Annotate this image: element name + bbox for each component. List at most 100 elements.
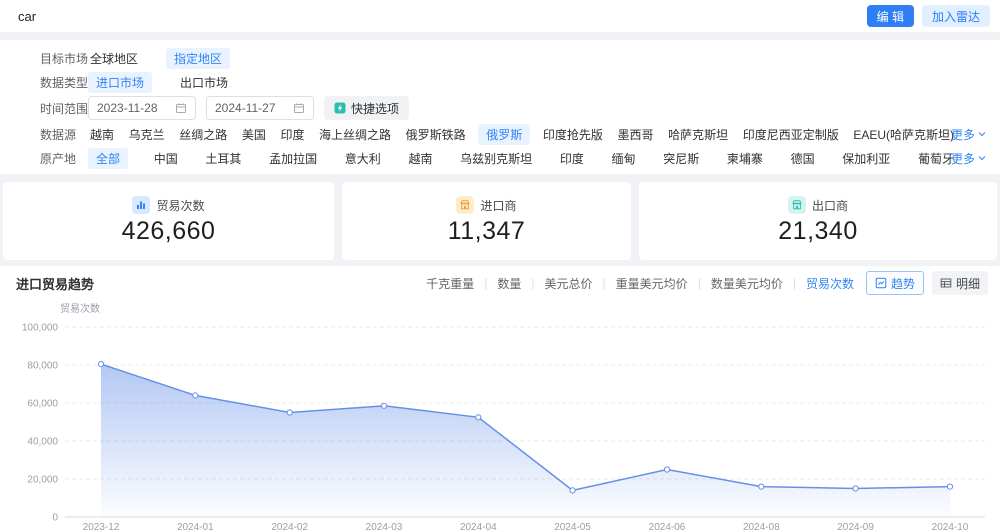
filter-panel: 目标市场 全球地区 指定地区 数据类型 进口市场 出口市场 时间范围 2023-11…	[0, 40, 1000, 174]
stats-row: 贸易次数 426,660 进口商 11,347 出口商 21,340	[3, 182, 997, 260]
svg-text:60,000: 60,000	[27, 399, 58, 410]
end-date-input[interactable]: 2024-11-27	[206, 96, 314, 120]
stat-value: 11,347	[447, 217, 526, 245]
filter-label: 原产地	[40, 151, 77, 166]
filter-option[interactable]: 丝绸之路	[177, 124, 229, 145]
svg-text:80,000: 80,000	[27, 361, 58, 372]
svg-text:2024-01: 2024-01	[177, 522, 214, 532]
data-source-options: 越南 乌克兰 丝绸之路 美国 印度 海上丝绸之路 俄罗斯铁路 俄罗斯 印度抢先版 墨西哥 哈萨克斯坦…	[88, 123, 986, 145]
filter-label: 目标市场	[40, 51, 89, 66]
filter-option[interactable]: 中国	[152, 148, 180, 169]
svg-text:2024-05: 2024-05	[554, 522, 591, 532]
metric-option[interactable]: 重量美元均价	[616, 275, 688, 292]
filter-option[interactable]: 孟加拉国	[267, 148, 319, 169]
filter-option[interactable]: 俄罗斯铁路	[404, 124, 468, 145]
top-bar-actions: 编 辑 加入雷达	[866, 5, 990, 27]
edit-button[interactable]: 编 辑	[866, 5, 914, 27]
filter-option[interactable]: 印度	[558, 148, 586, 169]
end-date-value: 2024-11-27	[215, 101, 276, 115]
importer-store-icon	[456, 196, 475, 214]
stat-label: 贸易次数	[156, 198, 205, 213]
metric-option[interactable]: 数量美元均价	[711, 275, 783, 292]
trend-panel: 进口贸易趋势 千克重量 | 数量 | 美元总价 | 重量美元均价 | 数量美元均价 | 贸易次数 趋…	[0, 266, 1000, 532]
filter-row-data-source: 数据源 越南 乌克兰 丝绸之路 美国 印度 海上丝绸之路 俄罗斯铁路 俄罗斯 印度抢先版 墨西哥哈…	[0, 122, 1000, 146]
svg-text:0: 0	[52, 513, 58, 524]
trend-tab-button[interactable]: 趋势	[865, 271, 924, 295]
stat-card-trade-count: 贸易次数 426,660	[3, 182, 334, 260]
trend-line-chart[interactable]: 贸易次数 0 20,000 40,000 60,000 80,000 100,000 2023…	[0, 300, 1000, 532]
quick-options-button[interactable]: 快捷选项	[324, 96, 410, 120]
filter-label: 数据源	[40, 127, 77, 142]
filter-option[interactable]: 越南	[88, 124, 116, 145]
separator: |	[484, 276, 488, 290]
more-link[interactable]: 更多	[951, 150, 986, 167]
filter-option[interactable]: 突尼斯	[661, 148, 701, 169]
filter-option[interactable]: 乌克兰	[127, 124, 167, 145]
filter-option[interactable]: 印度尼西亚定制版	[741, 124, 841, 145]
stat-card-importers: 进口商 11,347	[342, 182, 631, 260]
page-title: car	[18, 8, 37, 24]
filter-option[interactable]: 进口市场	[88, 71, 153, 93]
filter-option[interactable]: 指定地区	[166, 47, 231, 69]
filter-label: 时间范围	[40, 101, 89, 116]
filter-option[interactable]: 葡萄牙	[916, 148, 956, 169]
more-link[interactable]: 更多	[951, 126, 986, 143]
separator: |	[602, 276, 606, 290]
svg-text:100,000: 100,000	[22, 323, 59, 334]
start-date-value: 2023-11-28	[97, 101, 158, 115]
svg-text:2024-03: 2024-03	[366, 522, 403, 532]
add-radar-button[interactable]: 加入雷达	[921, 5, 990, 27]
filter-option[interactable]: 土耳其	[203, 148, 243, 169]
filter-option[interactable]: 保加利亚	[840, 148, 892, 169]
separator: |	[531, 276, 535, 290]
svg-text:2024-06: 2024-06	[649, 522, 686, 532]
filter-option[interactable]: 俄罗斯	[478, 123, 531, 145]
filter-option[interactable]: 德国	[789, 148, 817, 169]
svg-text:贸易次数: 贸易次数	[60, 302, 100, 315]
trend-panel-header: 进口贸易趋势 千克重量 | 数量 | 美元总价 | 重量美元均价 | 数量美元均价 | 贸易次数 趋…	[0, 266, 1000, 300]
filter-option[interactable]: EAEU(哈萨克斯坦)	[851, 124, 956, 145]
more-label: 更多	[950, 151, 975, 166]
filter-option[interactable]: 哈萨克斯坦	[666, 124, 730, 145]
target-market-options: 全球地区 指定地区	[88, 47, 231, 69]
stat-card-exporters: 出口商 21,340	[639, 182, 997, 260]
filter-option[interactable]: 乌兹别克斯坦	[458, 148, 534, 169]
filter-option[interactable]: 越南	[406, 148, 434, 169]
svg-text:2024-08: 2024-08	[743, 522, 780, 532]
filter-row-data-type: 数据类型 进口市场 出口市场	[0, 70, 1000, 94]
filter-option[interactable]: 美国	[240, 124, 268, 145]
metric-option[interactable]: 千克重量	[426, 275, 474, 292]
exporter-store-icon	[787, 196, 806, 214]
detail-tab-button[interactable]: 明细	[931, 271, 988, 295]
metric-option[interactable]: 美元总价	[545, 275, 593, 292]
quick-options-label: 快捷选项	[351, 101, 400, 116]
top-bar: car 编 辑 加入雷达	[0, 0, 1000, 32]
filter-option[interactable]: 全球地区	[88, 48, 140, 69]
separator: |	[792, 276, 796, 290]
filter-option[interactable]: 墨西哥	[615, 124, 655, 145]
trend-tab-label: 趋势	[890, 276, 915, 291]
trend-chart-icon	[875, 277, 887, 289]
filter-option[interactable]: 全部	[88, 147, 129, 169]
start-date-input[interactable]: 2023-11-28	[88, 96, 196, 120]
data-type-options: 进口市场 出口市场	[88, 71, 230, 93]
filter-option[interactable]: 出口市场	[178, 72, 230, 93]
detail-tab-label: 明细	[955, 276, 980, 291]
chart-title: 进口贸易趋势	[16, 276, 95, 292]
svg-text:2023-12: 2023-12	[83, 522, 120, 532]
filter-option[interactable]: 印度抢先版	[541, 124, 605, 145]
svg-text:20,000: 20,000	[27, 475, 58, 486]
filter-option[interactable]: 意大利	[343, 148, 383, 169]
metric-option[interactable]: 数量	[497, 275, 521, 292]
svg-text:40,000: 40,000	[27, 437, 58, 448]
filter-option[interactable]: 印度	[278, 124, 306, 145]
filter-option[interactable]: 柬埔寨	[725, 148, 765, 169]
filter-option[interactable]: 缅甸	[610, 148, 638, 169]
metric-option[interactable]: 贸易次数	[806, 275, 854, 292]
stat-label: 进口商	[480, 198, 517, 213]
origin-options: 全部 中国 土耳其 孟加拉国 意大利 越南 乌兹别克斯坦 印度 缅甸 突尼斯 柬埔寨 德国 保加利亚 葡萄…	[88, 147, 986, 169]
filter-option[interactable]: 海上丝绸之路	[317, 124, 393, 145]
stat-value: 426,660	[121, 217, 216, 245]
chevron-down-icon	[978, 132, 986, 137]
quick-options-icon	[334, 102, 346, 114]
